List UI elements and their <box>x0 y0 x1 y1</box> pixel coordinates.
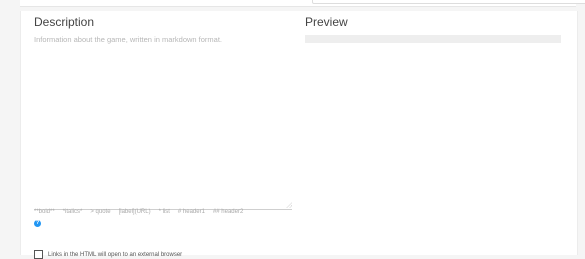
previous-section <box>20 0 585 7</box>
description-textarea[interactable] <box>34 35 292 210</box>
hint-link: [label](URL) <box>118 209 151 215</box>
hint-header2: ## header2 <box>212 209 244 215</box>
markdown-hints: **bold** *italics* > quote [label](URL) … <box>34 209 243 215</box>
hint-list: * list <box>158 209 170 215</box>
preview-heading: Preview <box>305 15 348 29</box>
description-heading: Description <box>34 15 95 29</box>
help-icon[interactable]: ? <box>34 220 41 227</box>
previous-field[interactable] <box>312 0 585 4</box>
hint-bold: **bold** <box>34 209 55 215</box>
hint-italics: *italics* <box>62 209 83 215</box>
resize-handle-icon[interactable] <box>286 202 292 208</box>
hint-quote: > quote <box>90 209 111 215</box>
preview-area <box>305 35 561 43</box>
description-card: Description Preview **bold** *italics* >… <box>20 11 578 259</box>
hint-header1: # header1 <box>177 209 205 215</box>
